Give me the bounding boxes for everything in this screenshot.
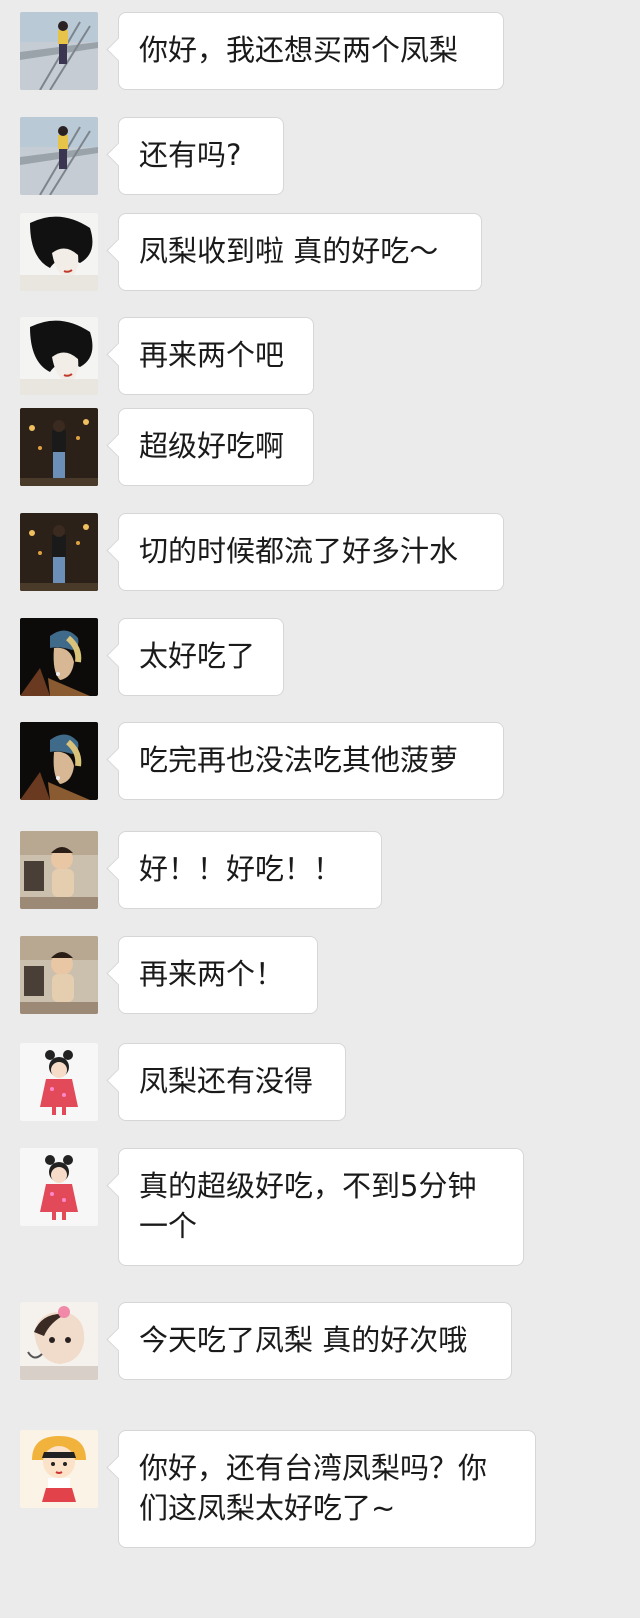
message-text: 你好，还有台湾凤梨吗？你们这凤梨太好吃了~: [139, 1451, 488, 1525]
baby-sketch-avatar[interactable]: [20, 1302, 98, 1380]
illustrated-face-avatar[interactable]: [20, 213, 98, 291]
message-bubble[interactable]: 真的超级好吃，不到5分钟一个: [118, 1148, 524, 1266]
message-bubble[interactable]: 你好，我还想买两个凤梨: [118, 12, 504, 90]
message-bubble[interactable]: 吃完再也没法吃其他菠萝: [118, 722, 504, 800]
night-street-photo-avatar[interactable]: [20, 513, 98, 591]
message-text: 凤梨收到啦 真的好吃～: [139, 234, 439, 268]
toddler-photo-avatar[interactable]: [20, 831, 98, 909]
sea-railing-photo-avatar[interactable]: [20, 12, 98, 90]
night-street-photo-avatar[interactable]: [20, 408, 98, 486]
message-text: 还有吗?: [139, 138, 242, 172]
message-text: 再来两个！: [139, 957, 285, 991]
message-text: 好！！好吃！！: [139, 852, 343, 886]
message-text: 凤梨还有没得: [139, 1064, 314, 1098]
cartoon-girl-avatar[interactable]: [20, 1148, 98, 1226]
message-bubble[interactable]: 再来两个！: [118, 936, 318, 1014]
message-bubble[interactable]: 凤梨还有没得: [118, 1043, 346, 1121]
message-bubble[interactable]: 超级好吃啊: [118, 408, 314, 486]
pearl-earring-painting-avatar[interactable]: [20, 618, 98, 696]
pearl-earring-painting-avatar[interactable]: [20, 722, 98, 800]
message-bubble[interactable]: 还有吗?: [118, 117, 284, 195]
message-text: 吃完再也没法吃其他菠萝: [139, 743, 459, 777]
chibi-maruko-avatar[interactable]: [20, 1430, 98, 1508]
message-bubble[interactable]: 凤梨收到啦 真的好吃～: [118, 213, 482, 291]
sea-railing-photo-avatar[interactable]: [20, 117, 98, 195]
message-text: 太好吃了: [139, 639, 256, 673]
message-text: 切的时候都流了好多汁水: [139, 534, 459, 568]
message-text: 再来两个吧: [139, 338, 285, 372]
message-bubble[interactable]: 切的时候都流了好多汁水: [118, 513, 504, 591]
cartoon-girl-avatar[interactable]: [20, 1043, 98, 1121]
message-text: 你好，我还想买两个凤梨: [139, 33, 459, 67]
message-text: 今天吃了凤梨 真的好次哦: [139, 1323, 468, 1357]
message-bubble[interactable]: 你好，还有台湾凤梨吗？你们这凤梨太好吃了~: [118, 1430, 536, 1548]
message-text: 超级好吃啊: [139, 429, 285, 463]
message-bubble[interactable]: 太好吃了: [118, 618, 284, 696]
message-bubble[interactable]: 好！！好吃！！: [118, 831, 382, 909]
illustrated-face-avatar[interactable]: [20, 317, 98, 395]
message-text: 真的超级好吃，不到5分钟一个: [139, 1169, 477, 1243]
message-bubble[interactable]: 再来两个吧: [118, 317, 314, 395]
message-bubble[interactable]: 今天吃了凤梨 真的好次哦: [118, 1302, 512, 1380]
toddler-photo-avatar[interactable]: [20, 936, 98, 1014]
